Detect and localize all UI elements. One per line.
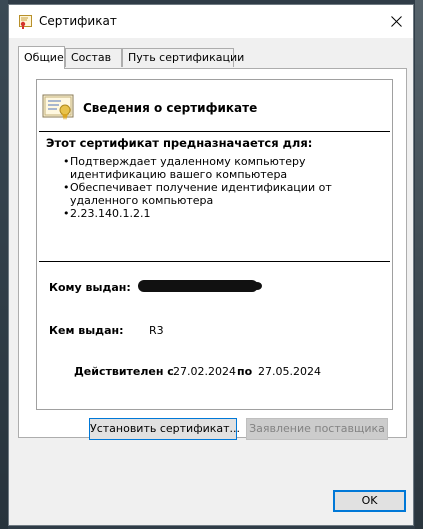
title-bar: Сертификат: [9, 5, 413, 38]
tab-details[interactable]: Состав: [65, 48, 122, 67]
issued-by-label: Кем выдан:: [49, 324, 124, 337]
close-icon: [390, 16, 402, 27]
certificate-small-icon: [19, 15, 32, 29]
ok-button[interactable]: OK: [333, 490, 406, 512]
valid-from-label: Действителен с: [74, 365, 174, 378]
issued-by-value: R3: [149, 324, 164, 337]
purpose-item: 2.23.140.1.2.1: [63, 207, 380, 220]
purpose-item: Подтверждает удаленному компьютеру идент…: [63, 155, 380, 181]
tab-certification-path[interactable]: Путь сертификации: [122, 48, 244, 67]
certificate-dialog: Сертификат Общие Состав Путь сертификаци…: [8, 4, 414, 526]
certificate-icon: [42, 94, 74, 120]
valid-to-value: 27.05.2024: [258, 365, 321, 378]
valid-from-value: 27.02.2024: [173, 365, 236, 378]
divider: [39, 261, 390, 262]
purpose-heading: Этот сертификат предназначается для:: [46, 136, 313, 150]
desktop-background-right: [415, 0, 423, 529]
window-title: Сертификат: [39, 14, 117, 28]
issuer-statement-button[interactable]: Заявление поставщика: [246, 418, 388, 440]
divider: [39, 131, 390, 132]
purpose-item: Обеспечивает получение идентификации от …: [63, 181, 380, 207]
install-certificate-button[interactable]: Установить сертификат...: [89, 418, 240, 440]
info-title: Сведения о сертификате: [83, 101, 258, 115]
close-button[interactable]: [379, 5, 413, 38]
valid-to-label: по: [237, 365, 253, 378]
issued-to-label: Кому выдан:: [49, 281, 131, 294]
tab-panel: Сведения о сертификате Этот сертификат п…: [18, 68, 407, 438]
certificate-info-box: Сведения о сертификате Этот сертификат п…: [36, 79, 393, 410]
desktop-background-left: [0, 0, 8, 529]
redacted-issued-to-value: [138, 280, 262, 292]
tab-general[interactable]: Общие: [18, 46, 65, 69]
purpose-list: Подтверждает удаленному компьютеру идент…: [63, 155, 380, 220]
